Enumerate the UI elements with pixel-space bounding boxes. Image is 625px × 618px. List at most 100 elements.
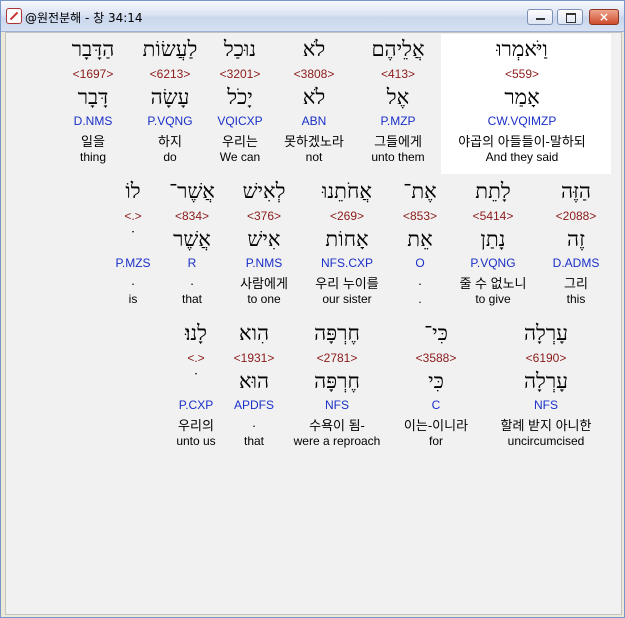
morphology-code: APDFS bbox=[233, 398, 275, 412]
maximize-icon bbox=[566, 13, 576, 23]
english-gloss: not bbox=[305, 150, 323, 164]
hebrew-word: הַזֶּה bbox=[560, 179, 592, 203]
hebrew-word: כִּי־ bbox=[424, 321, 448, 345]
lexical-form: אֶל bbox=[386, 85, 410, 109]
strong-number[interactable]: <.> bbox=[124, 209, 141, 223]
strong-number[interactable]: <269> bbox=[330, 209, 364, 223]
morphology-code: VQICXP bbox=[217, 114, 263, 128]
strong-number[interactable]: <1931> bbox=[234, 351, 275, 365]
morphology-code: D.NMS bbox=[73, 114, 113, 128]
korean-gloss: 야곱의 아들들이-말하되 bbox=[458, 134, 586, 149]
korean-gloss: 못하겠노라 bbox=[284, 134, 344, 149]
korean-gloss: 우리는 bbox=[222, 134, 258, 149]
app-window: @원전분해 - 창 34:14 × וַיֹּאמְרוּ <559> אָמַ… bbox=[0, 0, 625, 618]
morphology-code: C bbox=[431, 398, 441, 412]
english-gloss: We can bbox=[219, 150, 261, 164]
korean-gloss: . bbox=[190, 273, 194, 288]
hebrew-word: אֲחֹתֵנוּ bbox=[321, 179, 373, 203]
lexical-form: אִישׁ bbox=[247, 227, 281, 251]
strong-number[interactable]: <6190> bbox=[526, 351, 567, 365]
morphology-code: O bbox=[415, 256, 425, 270]
morphology-code: NFS.CXP bbox=[320, 256, 374, 270]
lexical-form: עָרְלָה bbox=[523, 369, 569, 393]
strong-number[interactable]: <2781> bbox=[317, 351, 358, 365]
morphology-code: P.MZP bbox=[380, 114, 416, 128]
english-gloss: that bbox=[181, 292, 203, 306]
window-title: @원전분해 - 창 34:14 bbox=[25, 11, 143, 25]
strong-number[interactable]: <1697> bbox=[73, 67, 114, 81]
minimize-button[interactable] bbox=[527, 9, 553, 25]
english-gloss: unto them bbox=[371, 150, 425, 164]
korean-gloss: . bbox=[252, 415, 256, 430]
close-button[interactable]: × bbox=[589, 9, 619, 25]
hebrew-word: לַעֲשׂוֹת bbox=[142, 37, 198, 61]
lexical-form: אָמַר bbox=[504, 85, 540, 109]
strong-number[interactable]: <5414> bbox=[473, 209, 514, 223]
english-gloss: were a reproach bbox=[293, 434, 381, 448]
korean-gloss: 줄 수 없노니 bbox=[459, 276, 527, 291]
english-gloss: this bbox=[566, 292, 586, 306]
lexical-form: יָכֹל bbox=[227, 85, 253, 109]
hebrew-word: לְאִישׁ bbox=[242, 179, 286, 203]
hebrew-word: אֶת־ bbox=[403, 179, 437, 203]
english-gloss: to give bbox=[475, 292, 511, 306]
morphology-code: R bbox=[187, 256, 197, 270]
korean-gloss: 사람에게 bbox=[240, 276, 288, 291]
hebrew-word: לֹא bbox=[302, 37, 326, 61]
morphology-code: P.VQNG bbox=[147, 114, 193, 128]
title-bar[interactable]: @원전분해 - 창 34:14 × bbox=[1, 1, 624, 32]
hebrew-word: לָתֵת bbox=[475, 179, 511, 203]
strong-number[interactable]: <3201> bbox=[220, 67, 261, 81]
strong-number[interactable]: <413> bbox=[381, 67, 415, 81]
english-gloss: to one bbox=[247, 292, 281, 306]
korean-gloss: 할례 받지 아니한 bbox=[500, 418, 592, 433]
hebrew-word: חֶרְפָּה bbox=[314, 321, 360, 345]
strong-number[interactable]: <2088> bbox=[556, 209, 597, 223]
morphology-code: NFS bbox=[534, 398, 558, 412]
hebrew-word: לָנוּ׃ bbox=[184, 321, 208, 345]
english-gloss: . bbox=[418, 292, 422, 306]
hebrew-word: וַיֹּאמְרוּ bbox=[496, 37, 548, 61]
lexical-form: אֲשֶׁר bbox=[173, 227, 211, 251]
english-gloss: unto us bbox=[176, 434, 216, 448]
lexical-form: נָתַן bbox=[480, 227, 506, 251]
lexical-form: חֶרְפָּה bbox=[314, 369, 360, 393]
hebrew-word: הִוא bbox=[238, 321, 270, 345]
morphology-code: P.NMS bbox=[245, 256, 283, 270]
strong-number[interactable]: <559> bbox=[505, 67, 539, 81]
english-gloss: for bbox=[428, 434, 444, 448]
lexical-form: אֵת bbox=[407, 227, 433, 251]
korean-gloss: 그리 bbox=[564, 276, 588, 291]
hebrew-word: אֲלֵיהֶם bbox=[371, 37, 425, 61]
english-gloss: uncircumcised bbox=[507, 434, 585, 448]
lexical-form: לֹא bbox=[302, 85, 326, 109]
korean-gloss: . bbox=[418, 273, 422, 288]
strong-number[interactable]: <834> bbox=[175, 209, 209, 223]
morphology-code: D.ADMS bbox=[552, 256, 600, 270]
english-gloss: And they said bbox=[485, 150, 559, 164]
strong-number[interactable]: <.> bbox=[187, 351, 204, 365]
app-icon[interactable] bbox=[6, 8, 22, 24]
korean-gloss: . bbox=[131, 273, 135, 288]
english-gloss: our sister bbox=[322, 292, 372, 306]
hebrew-word: לוֹ bbox=[125, 179, 141, 203]
strong-number[interactable]: <3808> bbox=[294, 67, 335, 81]
english-gloss: is bbox=[128, 292, 138, 306]
interlinear-panel[interactable]: וַיֹּאמְרוּ <559> אָמַר CW.VQIMZP 야곱의 아들… bbox=[5, 32, 622, 615]
lexical-form: כִּי bbox=[428, 369, 444, 393]
hebrew-word: עָרְלָה bbox=[523, 321, 569, 345]
minimize-icon bbox=[536, 18, 545, 20]
strong-number[interactable]: <853> bbox=[403, 209, 437, 223]
maximize-button[interactable] bbox=[557, 9, 583, 25]
lexical-form: הוּא bbox=[238, 369, 270, 393]
morphology-code: P.MZS bbox=[115, 256, 151, 270]
lexical-form: דָּבָר bbox=[77, 85, 109, 109]
korean-gloss: 일을 bbox=[81, 134, 105, 149]
strong-number[interactable]: <6213> bbox=[150, 67, 191, 81]
morphology-code: ABN bbox=[301, 114, 327, 128]
korean-gloss: 수욕이 됨- bbox=[309, 418, 365, 433]
hebrew-word: אֲשֶׁר־ bbox=[169, 179, 215, 203]
strong-number[interactable]: <376> bbox=[247, 209, 281, 223]
strong-number[interactable]: <3588> bbox=[416, 351, 457, 365]
lexical-form: עָשָׂה bbox=[150, 85, 190, 109]
